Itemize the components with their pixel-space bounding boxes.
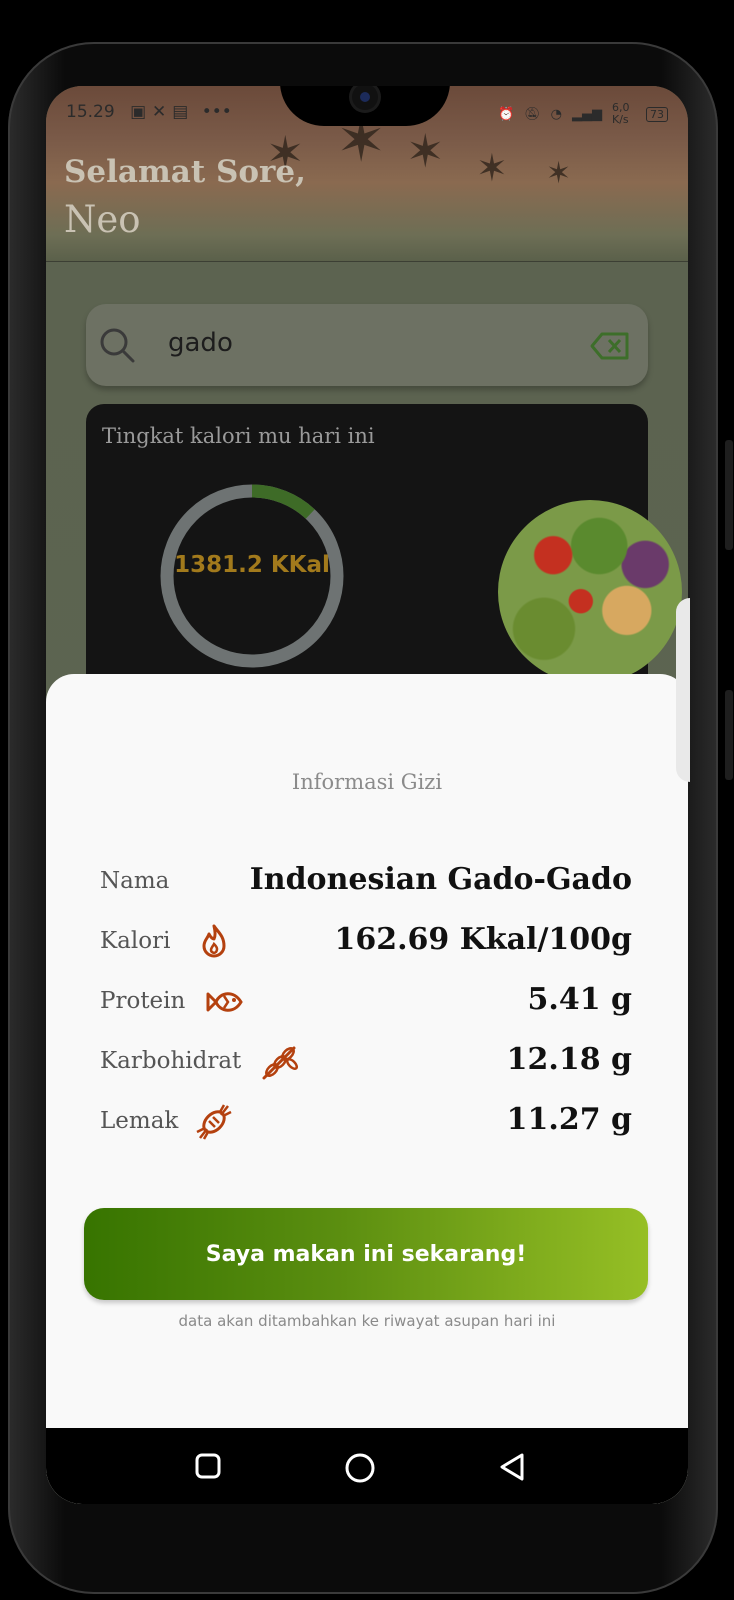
row-value: Indonesian Gado-Gado: [249, 862, 632, 897]
palm-tree-icon: ✶: [476, 146, 508, 190]
user-name: Neo: [64, 198, 141, 241]
back-icon[interactable]: [498, 1452, 526, 1482]
more-notifications-icon: •••: [201, 102, 232, 122]
wifi-icon: ◔: [550, 106, 562, 122]
recent-apps-icon[interactable]: [194, 1452, 222, 1480]
status-bar-right: ⏰ 🔕︎ ◔ ▂▄▆ 6,0 K/s 73: [498, 102, 668, 126]
row-value: 5.41 g: [527, 982, 633, 1017]
search-icon: [100, 328, 135, 363]
search-bar[interactable]: gado: [86, 304, 648, 386]
salad-image: [498, 500, 682, 684]
screen: ✶ ✶ ✶ ✶ ✶ 15.29 ▣ ✕ ▤ ••• ⏰ 🔕︎ ◔ ▂▄▆ 6,0…: [46, 86, 688, 1504]
search-input[interactable]: gado: [168, 328, 233, 358]
row-value: 12.18 g: [506, 1042, 632, 1077]
row-karbohidrat: Karbohidrat 12.18 g: [100, 1040, 632, 1084]
status-bar-left: 15.29 ▣ ✕ ▤ •••: [66, 102, 232, 122]
row-label: Karbohidrat: [100, 1048, 242, 1074]
palm-tree-icon: ✶: [406, 124, 445, 178]
wheat-icon: [262, 1046, 298, 1080]
sheet-title: Informasi Gizi: [291, 770, 443, 794]
calorie-card-title: Tingkat kalori mu hari ini: [102, 424, 375, 448]
row-label: Kalori: [100, 928, 171, 954]
fish-icon: [206, 992, 243, 1012]
row-lemak: Lemak 11.27 g: [100, 1100, 632, 1144]
alarm-icon: ⏰: [497, 106, 515, 122]
edge-panel-handle[interactable]: [676, 598, 690, 782]
fire-icon: [202, 924, 226, 958]
nutrition-sheet: Informasi Gizi Nama Indonesian Gado-Gado…: [46, 674, 688, 1504]
navigation-bar: [46, 1428, 688, 1504]
cta-note: data akan ditambahkan ke riwayat asupan …: [178, 1312, 556, 1330]
row-value: 11.27 g: [506, 1102, 632, 1137]
greeting: Selamat Sore,: [64, 154, 306, 190]
power-button: [725, 690, 733, 780]
mute-icon: 🔕︎: [524, 106, 541, 122]
backspace-clear-icon[interactable]: [590, 332, 630, 360]
row-nama: Nama Indonesian Gado-Gado: [100, 860, 632, 904]
home-icon[interactable]: [344, 1452, 376, 1484]
row-label: Protein: [100, 988, 186, 1014]
row-kalori: Kalori 162.69 Kkal/100g: [100, 920, 632, 964]
row-label: Nama: [100, 868, 170, 894]
volume-button: [725, 440, 733, 550]
row-label: Lemak: [100, 1108, 179, 1134]
row-protein: Protein 5.41 g: [100, 980, 632, 1024]
notification-icons: ▣ ✕ ▤: [130, 102, 189, 122]
network-speed: 6,0 K/s: [612, 101, 630, 126]
calorie-value: 1381.2 KKal: [174, 552, 330, 578]
signal-icon: ▂▄▆: [572, 106, 602, 122]
palm-tree-icon: ✶: [546, 156, 572, 191]
candy-icon: [196, 1104, 232, 1140]
battery-icon: 73: [646, 106, 668, 122]
status-time: 15.29: [66, 102, 115, 122]
eat-now-button[interactable]: Saya makan ini sekarang!: [84, 1208, 648, 1300]
row-value: 162.69 Kkal/100g: [334, 922, 632, 957]
